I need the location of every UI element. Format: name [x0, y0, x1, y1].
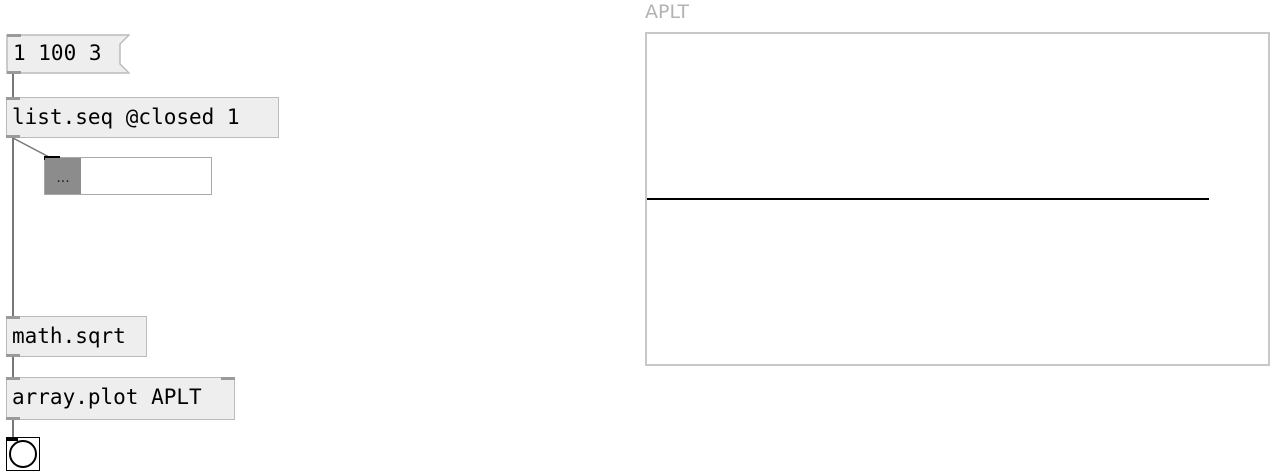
cord-listseq-to-listview [12, 137, 50, 158]
inlet[interactable] [6, 377, 20, 380]
inlet[interactable] [6, 316, 20, 319]
inlet-right[interactable] [221, 377, 235, 380]
outlet[interactable] [6, 354, 20, 357]
bang-button[interactable] [6, 437, 40, 471]
list-view-button[interactable]: ... [45, 158, 81, 194]
array-plot-area [647, 198, 1209, 200]
object-text: array.plot APLT [12, 385, 202, 409]
patch-canvas: 1 100 3 list.seq @closed 1 ... math.sqrt… [0, 0, 1272, 472]
message-box-text: 1 100 3 [13, 41, 102, 65]
object-text: list.seq @closed 1 [12, 105, 240, 129]
list-view-widget[interactable]: ... [44, 156, 212, 195]
bang-circle-icon [9, 440, 37, 468]
outlet[interactable] [6, 417, 20, 420]
array-graph[interactable] [645, 32, 1270, 366]
math-sqrt-object[interactable]: math.sqrt [6, 316, 147, 357]
array-name-label: APLT [645, 1, 690, 23]
outlet[interactable] [6, 135, 20, 138]
array-plot-object[interactable]: array.plot APLT [6, 377, 235, 420]
message-box[interactable]: 1 100 3 [6, 34, 130, 74]
object-text: math.sqrt [12, 324, 126, 348]
list-seq-object[interactable]: list.seq @closed 1 [6, 97, 279, 138]
inlet[interactable] [6, 97, 20, 100]
